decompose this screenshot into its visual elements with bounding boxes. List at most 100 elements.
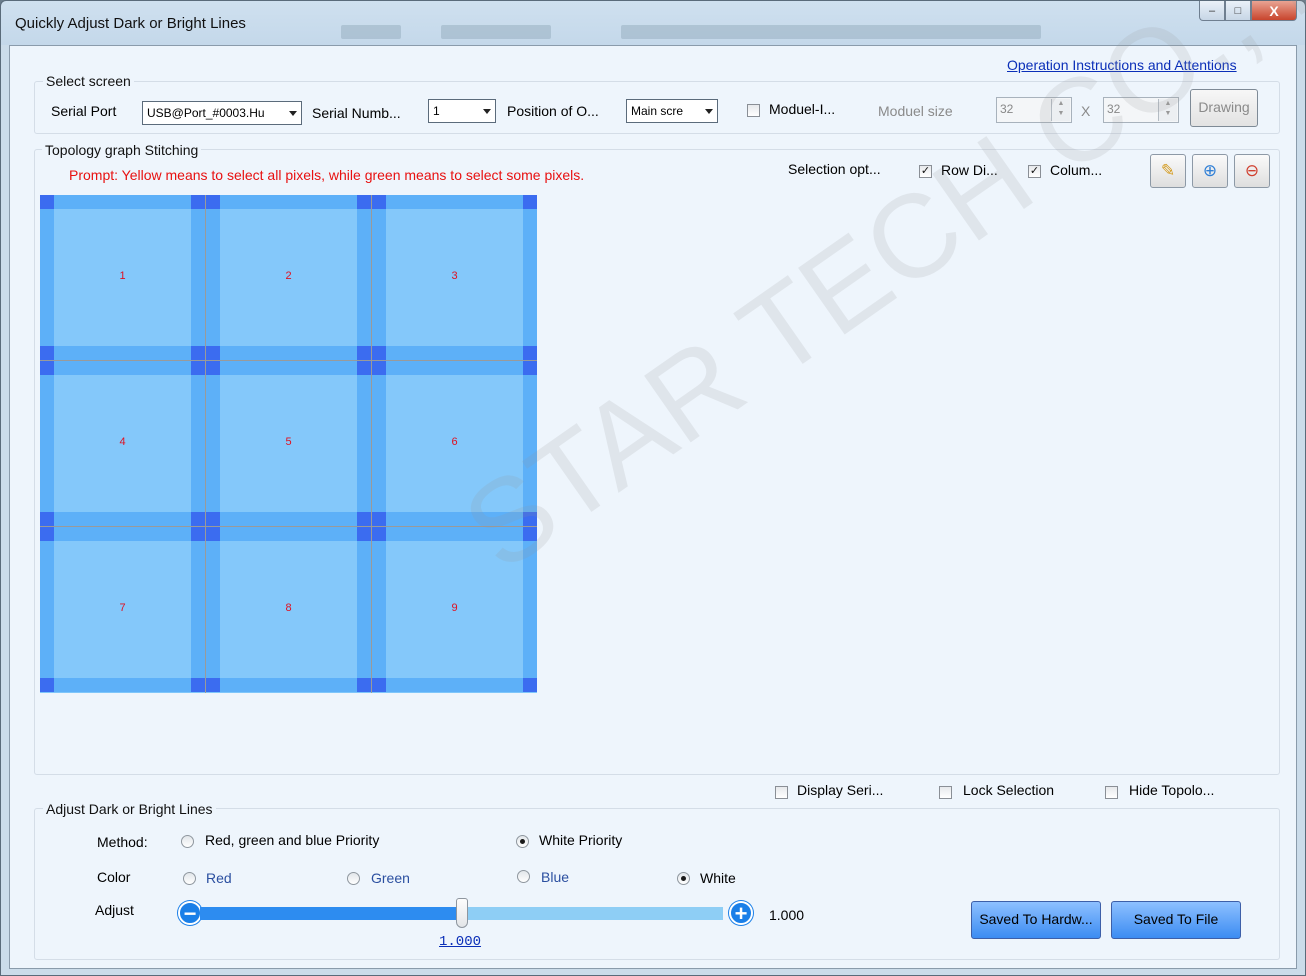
module-tile[interactable]: 1: [40, 195, 205, 360]
module-tile[interactable]: 3: [372, 195, 537, 360]
increase-button[interactable]: +: [729, 901, 753, 925]
tile-number: 7: [119, 602, 126, 614]
module-tile[interactable]: 8: [206, 527, 371, 692]
save-to-file-button[interactable]: Saved To File: [1111, 901, 1241, 939]
tile-corner: [523, 346, 537, 360]
tile-corner: [357, 361, 371, 375]
tile-corner: [206, 512, 220, 526]
tile-corner: [357, 512, 371, 526]
method-label: Method:: [97, 834, 148, 850]
tile-corner: [372, 512, 386, 526]
tile-corner: [357, 195, 371, 209]
color-blue-label: Blue: [541, 869, 570, 885]
adjust-group-label: Adjust Dark or Bright Lines: [43, 801, 216, 817]
chevron-down-icon: [289, 111, 297, 116]
module-checkbox[interactable]: [747, 104, 760, 117]
color-red-radio[interactable]: [183, 872, 196, 885]
module-tile[interactable]: 2: [206, 195, 371, 360]
color-white-label: White: [700, 870, 736, 886]
zoom-out-button[interactable]: ⊖: [1234, 154, 1270, 188]
position-label: Position of O...: [507, 103, 599, 119]
module-size-label: Moduel size: [878, 103, 953, 119]
module-checkbox-label: Moduel-I...: [769, 101, 836, 117]
row-divider: [40, 526, 537, 527]
slider-thumb[interactable]: [455, 898, 468, 928]
row-divider: [40, 360, 537, 361]
tile-corner: [523, 361, 537, 375]
tile-corner: [40, 512, 54, 526]
zoom-in-button[interactable]: ⊕: [1192, 154, 1228, 188]
tile-corner: [40, 195, 54, 209]
window-title: Quickly Adjust Dark or Bright Lines: [15, 15, 246, 32]
color-blue-radio[interactable]: [517, 870, 530, 883]
color-red-label: Red: [206, 870, 232, 886]
slider-fill: [200, 907, 462, 920]
tile-corner: [357, 527, 371, 541]
titlebar-background: [441, 25, 551, 39]
chevron-down-icon: [705, 109, 713, 114]
position-dropdown[interactable]: Main scre: [626, 99, 718, 123]
method-rgb-label: Red, green and blue Priority: [205, 832, 380, 848]
color-green-radio[interactable]: [347, 872, 360, 885]
tile-corner: [191, 346, 205, 360]
display-serial-checkbox[interactable]: [775, 786, 788, 799]
brush-button[interactable]: ✎: [1150, 154, 1186, 188]
decrease-button[interactable]: −: [178, 901, 202, 925]
selection-options-label: Selection opt...: [788, 161, 881, 177]
module-tile[interactable]: 4: [40, 361, 205, 526]
tile-corner: [372, 361, 386, 375]
tile-corner: [206, 527, 220, 541]
column-divider: [205, 195, 206, 693]
hide-topology-label: Hide Topolo...: [1129, 782, 1215, 798]
minus-icon: −: [183, 901, 197, 926]
color-label: Color: [97, 869, 131, 885]
module-tile[interactable]: 7: [40, 527, 205, 692]
client-area: Operation Instructions and Attentions Se…: [9, 0, 1306, 969]
select-screen-label: Select screen: [43, 73, 134, 89]
method-white-label: White Priority: [539, 832, 623, 848]
tile-number: 5: [285, 436, 292, 448]
adjust-label: Adjust: [95, 902, 134, 918]
plus-icon: +: [734, 901, 748, 926]
tile-corner: [206, 678, 220, 692]
method-white-radio[interactable]: [516, 835, 529, 848]
app-window: Quickly Adjust Dark or Bright Lines – □ …: [0, 0, 1306, 976]
topology-canvas[interactable]: 1 2 3 4 5 6 7 8 9: [40, 195, 537, 693]
serial-port-dropdown[interactable]: USB@Port_#0003.Hu: [142, 101, 302, 125]
serial-number-dropdown[interactable]: 1: [428, 99, 496, 123]
titlebar-background: [341, 25, 401, 39]
tile-corner: [206, 346, 220, 360]
tile-corner: [191, 512, 205, 526]
method-rgb-radio[interactable]: [181, 835, 194, 848]
serial-port-label: Serial Port: [51, 103, 117, 119]
tile-number: 4: [119, 436, 126, 448]
hide-topology-checkbox[interactable]: [1105, 786, 1118, 799]
display-serial-label: Display Seri...: [797, 782, 884, 798]
topology-label: Topology graph Stitching: [42, 142, 202, 158]
save-to-hardware-button[interactable]: Saved To Hardw...: [971, 901, 1101, 939]
serial-port-value: USB@Port_#0003.Hu: [147, 106, 265, 120]
tile-corner: [372, 195, 386, 209]
tile-corner: [523, 195, 537, 209]
tile-number: 1: [119, 270, 126, 282]
lock-selection-label: Lock Selection: [963, 782, 1055, 798]
color-green-label: Green: [371, 870, 410, 886]
color-white-radio[interactable]: [677, 872, 690, 885]
tile-corner: [191, 361, 205, 375]
tile-corner: [372, 346, 386, 360]
tile-number: 2: [285, 270, 292, 282]
lock-selection-checkbox[interactable]: [939, 786, 952, 799]
slider-value: 1.000: [769, 907, 805, 923]
tile-corner: [191, 527, 205, 541]
tile-corner: [40, 527, 54, 541]
module-tile[interactable]: 5: [206, 361, 371, 526]
tile-corner: [357, 346, 371, 360]
tile-number: 3: [451, 270, 458, 282]
tile-corner: [191, 678, 205, 692]
slider-value-link[interactable]: 1.000: [439, 934, 481, 950]
tile-corner: [357, 678, 371, 692]
tile-corner: [523, 678, 537, 692]
tile-corner: [372, 678, 386, 692]
zoom-in-icon: ⊕: [1202, 161, 1218, 180]
position-value: Main scre: [631, 104, 684, 118]
